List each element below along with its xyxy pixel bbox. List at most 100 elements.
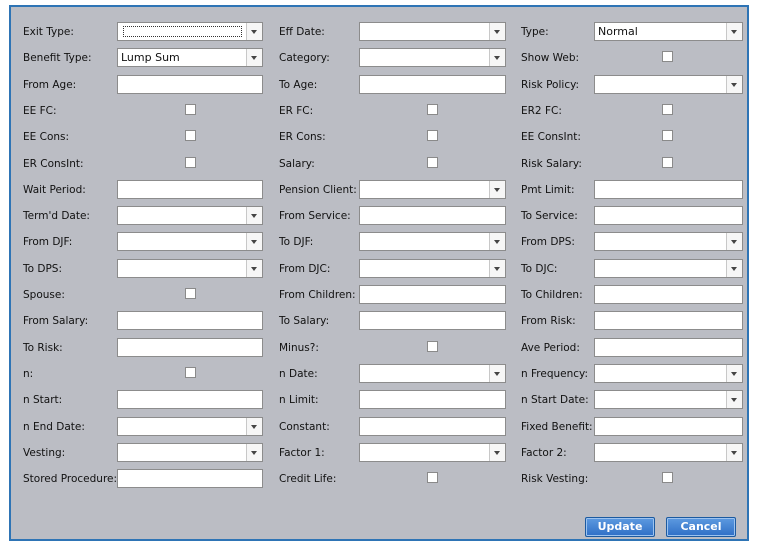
to-service-input[interactable] xyxy=(594,206,743,225)
er-consint-label: ER ConsInt: xyxy=(23,158,84,170)
chevron-down-icon[interactable] xyxy=(246,418,262,435)
fixed-benefit-input[interactable] xyxy=(594,417,743,436)
show-web-label: Show Web: xyxy=(521,52,580,64)
from-djc-label: From DJC: xyxy=(279,263,331,275)
er2-fc-checkbox[interactable] xyxy=(662,104,673,115)
chevron-down-icon[interactable] xyxy=(726,233,742,250)
chevron-down-icon[interactable] xyxy=(246,23,262,40)
factor-1-dropdown[interactable] xyxy=(359,443,506,462)
chevron-down-icon[interactable] xyxy=(246,260,262,277)
chevron-down-icon[interactable] xyxy=(246,49,262,66)
stored-procedure-input[interactable] xyxy=(117,469,263,488)
n-end-date-dropdown[interactable] xyxy=(117,417,263,436)
to-salary-input[interactable] xyxy=(359,311,506,330)
to-djf-dropdown[interactable] xyxy=(359,232,506,251)
to-dps-dropdown[interactable] xyxy=(117,259,263,278)
risk-vesting-label: Risk Vesting: xyxy=(521,473,589,485)
credit-life-checkbox[interactable] xyxy=(427,472,438,483)
er-consint-checkbox[interactable] xyxy=(185,157,196,168)
n-frequency-label: n Frequency: xyxy=(521,368,589,380)
chevron-down-icon[interactable] xyxy=(726,76,742,93)
update-button[interactable]: Update xyxy=(585,517,655,537)
chevron-down-icon[interactable] xyxy=(489,444,505,461)
risk-salary-checkbox[interactable] xyxy=(662,157,673,168)
from-djc-dropdown[interactable] xyxy=(359,259,506,278)
category-dropdown[interactable] xyxy=(359,48,506,67)
chevron-down-icon[interactable] xyxy=(489,49,505,66)
to-age-input[interactable] xyxy=(359,75,506,94)
chevron-down-icon[interactable] xyxy=(726,23,742,40)
ee-consint-checkbox[interactable] xyxy=(662,130,673,141)
n-frequency-dropdown[interactable] xyxy=(594,364,743,383)
wait-period-input[interactable] xyxy=(117,180,263,199)
chevron-down-icon[interactable] xyxy=(246,233,262,250)
er2-fc-label: ER2 FC: xyxy=(521,105,562,117)
n-end-date-label: n End Date: xyxy=(23,421,85,433)
salary-checkbox[interactable] xyxy=(427,157,438,168)
n-limit-input[interactable] xyxy=(359,390,506,409)
from-age-input[interactable] xyxy=(117,75,263,94)
cancel-button[interactable]: Cancel xyxy=(666,517,736,537)
show-web-checkbox[interactable] xyxy=(662,51,673,62)
benefit-type-value: Lump Sum xyxy=(121,51,180,64)
benefit-type-label: Benefit Type: xyxy=(23,52,92,64)
pmt-limit-label: Pmt Limit: xyxy=(521,184,575,196)
to-service-label: To Service: xyxy=(521,210,578,222)
chevron-down-icon[interactable] xyxy=(489,365,505,382)
benefit-type-dropdown[interactable]: Lump Sum xyxy=(117,48,263,67)
chevron-down-icon[interactable] xyxy=(489,181,505,198)
n-start-date-dropdown[interactable] xyxy=(594,390,743,409)
salary-label: Salary: xyxy=(279,158,315,170)
chevron-down-icon[interactable] xyxy=(489,260,505,277)
er-fc-checkbox[interactable] xyxy=(427,104,438,115)
n-label: n: xyxy=(23,368,34,380)
eff-date-dropdown[interactable] xyxy=(359,22,506,41)
chevron-down-icon[interactable] xyxy=(726,391,742,408)
ee-cons-checkbox[interactable] xyxy=(185,130,196,141)
vesting-dropdown[interactable] xyxy=(117,443,263,462)
to-children-input[interactable] xyxy=(594,285,743,304)
from-dps-dropdown[interactable] xyxy=(594,232,743,251)
er-cons-checkbox[interactable] xyxy=(427,130,438,141)
ee-consint-label: EE ConsInt: xyxy=(521,131,581,143)
pension-client-dropdown[interactable] xyxy=(359,180,506,199)
to-djc-label: To DJC: xyxy=(521,263,558,275)
exit-type-dropdown[interactable] xyxy=(117,22,263,41)
n-start-input[interactable] xyxy=(117,390,263,409)
risk-vesting-checkbox[interactable] xyxy=(662,472,673,483)
form-panel: Exit Type: Benefit Type: Lump Sum From Age:… xyxy=(9,5,749,541)
from-salary-input[interactable] xyxy=(117,311,263,330)
from-risk-input[interactable] xyxy=(594,311,743,330)
chevron-down-icon[interactable] xyxy=(489,233,505,250)
from-age-label: From Age: xyxy=(23,79,77,91)
constant-input[interactable] xyxy=(359,417,506,436)
from-children-input[interactable] xyxy=(359,285,506,304)
chevron-down-icon[interactable] xyxy=(726,444,742,461)
n-date-dropdown[interactable] xyxy=(359,364,506,383)
chevron-down-icon[interactable] xyxy=(489,23,505,40)
exit-type-label: Exit Type: xyxy=(23,26,74,38)
chevron-down-icon[interactable] xyxy=(246,207,262,224)
spouse-label: Spouse: xyxy=(23,289,65,301)
n-checkbox[interactable] xyxy=(185,367,196,378)
from-service-input[interactable] xyxy=(359,206,506,225)
to-dps-label: To DPS: xyxy=(23,263,63,275)
to-djf-label: To DJF: xyxy=(279,236,314,248)
factor-2-dropdown[interactable] xyxy=(594,443,743,462)
to-risk-input[interactable] xyxy=(117,338,263,357)
minus-checkbox[interactable] xyxy=(427,341,438,352)
spouse-checkbox[interactable] xyxy=(185,288,196,299)
chevron-down-icon[interactable] xyxy=(726,260,742,277)
risk-policy-dropdown[interactable] xyxy=(594,75,743,94)
factor-1-label: Factor 1: xyxy=(279,447,325,459)
type-dropdown[interactable]: Normal xyxy=(594,22,743,41)
pmt-limit-input[interactable] xyxy=(594,180,743,199)
term-d-date-dropdown[interactable] xyxy=(117,206,263,225)
chevron-down-icon[interactable] xyxy=(726,365,742,382)
ave-period-input[interactable] xyxy=(594,338,743,357)
to-djc-dropdown[interactable] xyxy=(594,259,743,278)
ee-fc-checkbox[interactable] xyxy=(185,104,196,115)
type-value: Normal xyxy=(598,25,638,38)
from-djf-dropdown[interactable] xyxy=(117,232,263,251)
chevron-down-icon[interactable] xyxy=(246,444,262,461)
